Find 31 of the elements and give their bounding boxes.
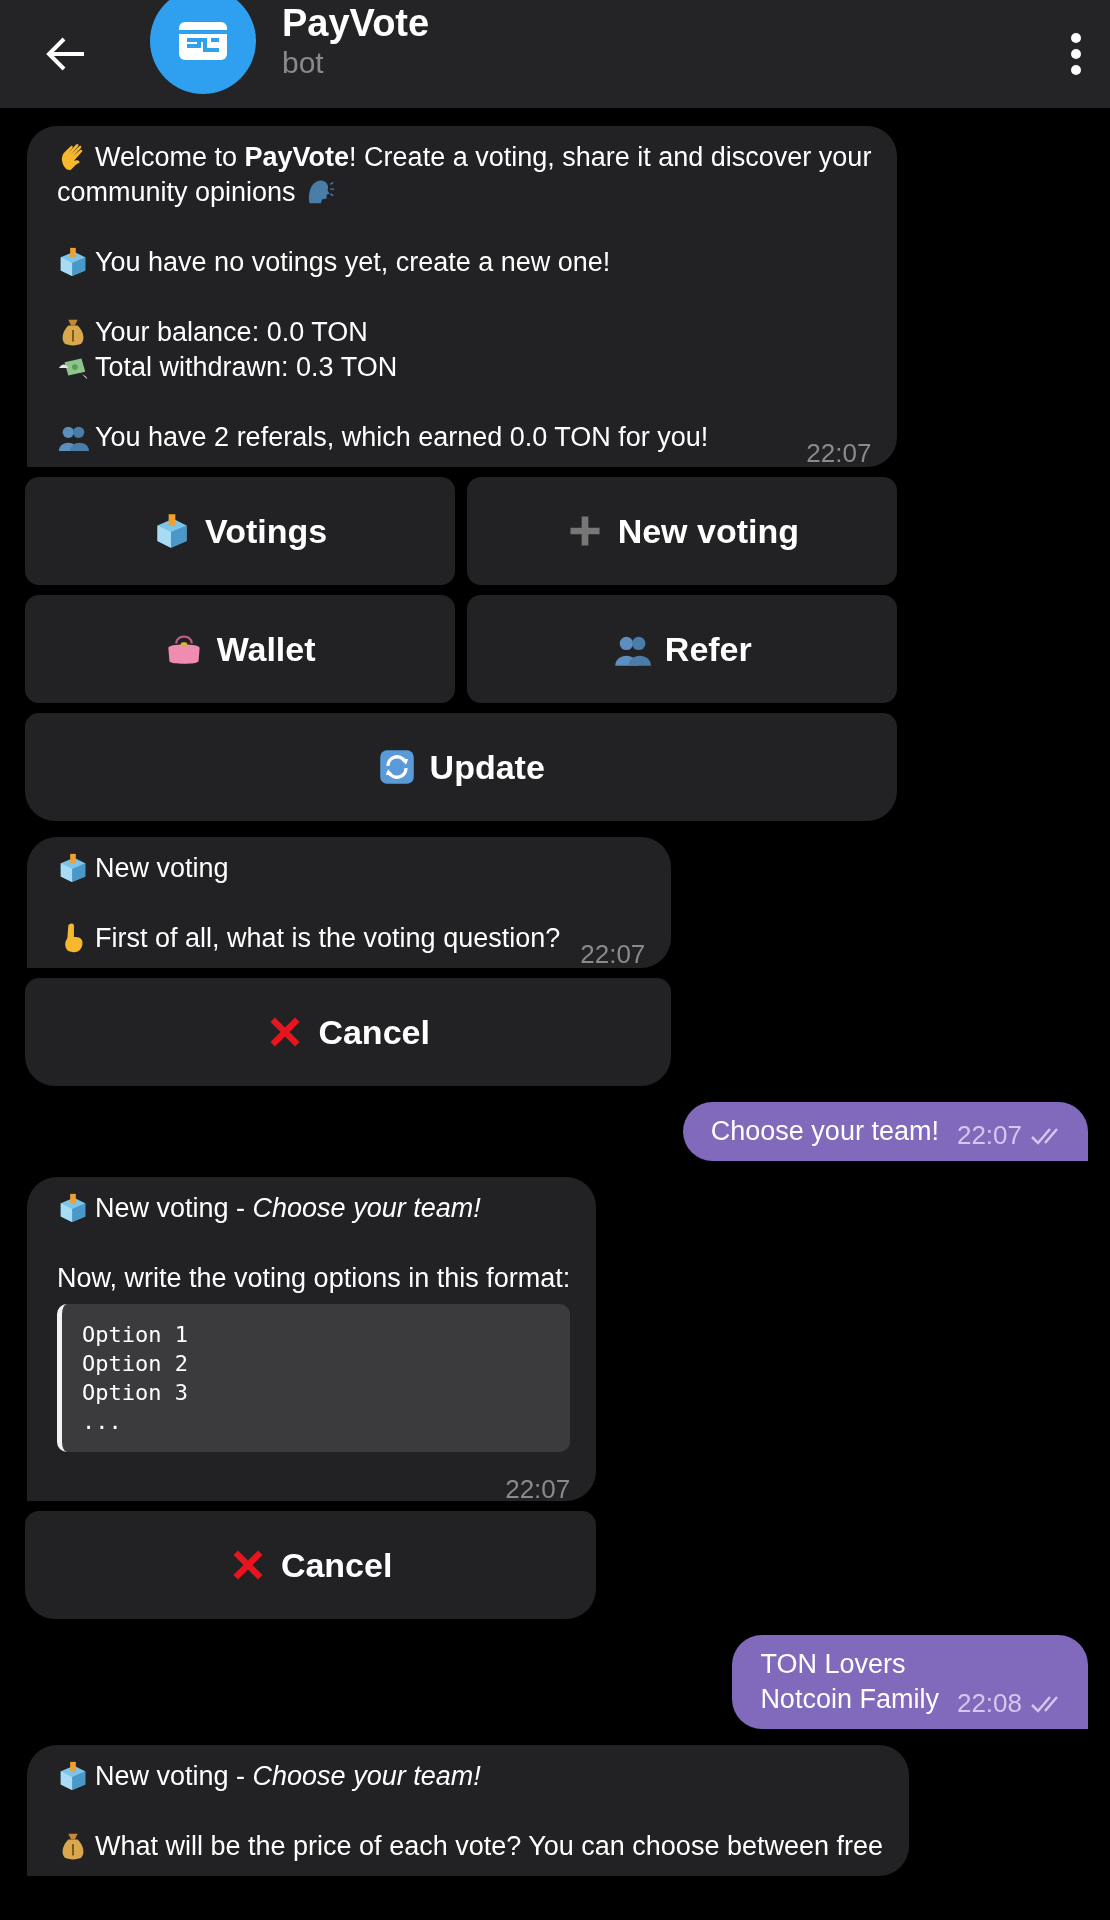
message-text: Now, write the voting options in this format: bbox=[57, 1263, 571, 1293]
message-text: New voting bbox=[95, 853, 229, 883]
chat-title: PayVote bbox=[282, 1, 430, 45]
message-text: New voting - Choose your team! bbox=[95, 1193, 481, 1223]
refresh-icon bbox=[377, 748, 416, 786]
message-time: 22:07 bbox=[580, 938, 646, 971]
message-time: 22:08 bbox=[956, 1687, 1022, 1720]
message-time: 22:07 bbox=[806, 437, 872, 470]
message-text: You have 2 referals, which earned 0.0 TON for you! bbox=[95, 422, 709, 452]
message-text: Total withdrawn: 0.3 TON bbox=[95, 352, 398, 382]
message-text: First of all, what is the voting question? bbox=[95, 923, 561, 953]
message-text: Welcome to PayVote! Create a voting, share it and discover your bbox=[95, 142, 872, 172]
message-time: 22:07 bbox=[956, 1119, 1022, 1152]
keyboard-button[interactable]: Cancel bbox=[25, 978, 672, 1086]
message-text: You have no votings yet, create a new one! bbox=[95, 247, 611, 277]
keyboard-button[interactable]: Cancel bbox=[25, 1511, 597, 1619]
more-icon[interactable] bbox=[1070, 32, 1082, 76]
message-text: community opinions bbox=[57, 177, 296, 207]
keyboard-button[interactable]: Update bbox=[25, 713, 898, 821]
message-text: Your balance: 0.0 TON bbox=[95, 317, 368, 347]
keyboard-button[interactable]: Wallet bbox=[25, 595, 456, 703]
keyboard-button[interactable]: New voting bbox=[467, 477, 898, 585]
message-text: TON Lovers Notcoin Family bbox=[760, 1648, 939, 1716]
keyboard-button[interactable]: Refer bbox=[467, 595, 898, 703]
message-text: Choose your team! bbox=[710, 1115, 939, 1148]
message-text: New voting - Choose your team! bbox=[95, 1761, 481, 1791]
chat-subtitle: bot bbox=[282, 45, 324, 81]
keyboard-button[interactable]: Votings bbox=[25, 477, 456, 585]
message-time: 22:07 bbox=[505, 1473, 571, 1506]
code-block: Option 1 Option 2 Option 3 ... bbox=[57, 1304, 571, 1452]
message-text: What will be the price of each vote? You can choose between free bbox=[95, 1831, 883, 1861]
